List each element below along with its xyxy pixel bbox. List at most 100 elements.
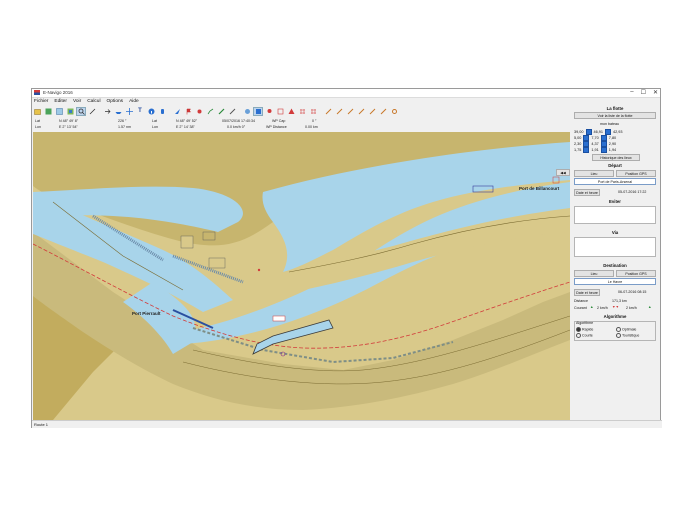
waves-icon[interactable] bbox=[323, 107, 333, 116]
select-icon[interactable] bbox=[275, 107, 285, 116]
lon2-label: Lon bbox=[152, 125, 158, 129]
dest-place-field[interactable]: Le Havre bbox=[574, 278, 656, 285]
arrow-icon[interactable] bbox=[102, 107, 112, 116]
wp-distance-label: WP Distance bbox=[266, 125, 287, 129]
eviter-list[interactable] bbox=[574, 206, 656, 224]
courant-value-b: 2 km/h bbox=[626, 306, 637, 310]
grid-icon[interactable] bbox=[297, 107, 307, 116]
hook-icon[interactable] bbox=[334, 107, 344, 116]
layers-icon[interactable] bbox=[43, 107, 53, 116]
pencil-icon[interactable] bbox=[216, 107, 226, 116]
info-icon[interactable] bbox=[146, 107, 156, 116]
depart-date-value: 05-07-2016 17:22 bbox=[618, 190, 647, 194]
nautical-chart-map[interactable]: Port de Billancourt Port Pierrault ◀◀ bbox=[33, 132, 570, 420]
depart-lieu-button[interactable]: Lieu bbox=[574, 170, 614, 177]
hook-alt-icon[interactable] bbox=[345, 107, 355, 116]
lon-value: E 2° 13' 54" bbox=[59, 125, 78, 129]
dest-date-button[interactable]: Date et heure bbox=[574, 289, 600, 296]
gear-icon[interactable] bbox=[389, 107, 399, 116]
measure-icon[interactable] bbox=[87, 107, 97, 116]
warning-icon[interactable] bbox=[286, 107, 296, 116]
fleet-value: 5,00 bbox=[574, 136, 582, 140]
trash-icon[interactable] bbox=[367, 107, 377, 116]
dest-date-value: 06-07-2016 08:15 bbox=[618, 290, 647, 294]
algo-title: Algorithme bbox=[603, 314, 627, 319]
close-button[interactable]: ✕ bbox=[653, 89, 658, 97]
fleet-row: 1,75 1,91 1,94 bbox=[574, 147, 616, 153]
eviter-title: Eviter bbox=[609, 199, 621, 204]
menu-fichier[interactable]: Fichier bbox=[34, 99, 48, 104]
algo-courte-option[interactable]: Courte bbox=[576, 333, 593, 338]
view-fleet-button[interactable]: Voir la liste de la flotte bbox=[574, 112, 656, 119]
navigation-panel: La flotte Voir la liste de la flotte mon… bbox=[572, 103, 660, 419]
open-icon[interactable] bbox=[32, 107, 42, 116]
radio[interactable] bbox=[616, 327, 621, 332]
collapse-panel-button[interactable]: ◀◀ bbox=[556, 169, 570, 176]
dest-gps-button[interactable]: Position GPS bbox=[616, 270, 656, 277]
status-bar: Route 1 bbox=[32, 420, 662, 428]
pin-icon[interactable] bbox=[264, 107, 274, 116]
algo-rapide-option[interactable]: Rapide bbox=[576, 327, 593, 332]
algo-touristique-label: Touristique bbox=[621, 333, 640, 338]
minimize-button[interactable]: – bbox=[630, 89, 633, 97]
chart-canvas[interactable] bbox=[33, 132, 570, 420]
boat-icon[interactable] bbox=[113, 107, 123, 116]
dot-icon[interactable] bbox=[194, 107, 204, 116]
window-title: E-Navigo 2016 bbox=[43, 90, 73, 95]
route-icon[interactable] bbox=[205, 107, 215, 116]
map-icon[interactable] bbox=[65, 107, 75, 116]
zoom-icon[interactable] bbox=[76, 106, 86, 116]
boat-name: mon bateau bbox=[600, 122, 619, 126]
menu-voir[interactable]: Voir bbox=[73, 99, 81, 104]
lon-label: Lon bbox=[35, 125, 41, 129]
radio-selected[interactable] bbox=[576, 327, 581, 332]
ruler-icon[interactable] bbox=[378, 107, 388, 116]
fleet-value: 42,93 bbox=[613, 130, 623, 134]
lat2-value: N 48° 49' 52" bbox=[176, 119, 197, 123]
flag-icon[interactable] bbox=[183, 107, 193, 116]
crosshair-icon[interactable] bbox=[124, 107, 134, 116]
lon2-value: E 2° 14' 38" bbox=[176, 125, 195, 129]
history-button[interactable]: Historique des lieux bbox=[592, 154, 640, 161]
via-title: Via bbox=[611, 230, 619, 235]
fleet-value: 2,30 bbox=[574, 142, 582, 146]
menu-options[interactable]: Options bbox=[107, 99, 124, 104]
depart-gps-button[interactable]: Position GPS bbox=[616, 170, 656, 177]
target-icon[interactable] bbox=[253, 106, 263, 116]
radio[interactable] bbox=[616, 333, 621, 338]
menu-calcul[interactable]: Calcul bbox=[87, 99, 100, 104]
current-up-icon: ▲ bbox=[590, 305, 594, 309]
checkbox[interactable] bbox=[600, 147, 607, 153]
algo-optimale-option[interactable]: Optimale bbox=[616, 327, 636, 332]
star-icon[interactable] bbox=[242, 107, 252, 116]
tool-icon[interactable] bbox=[227, 107, 237, 116]
fleet-value: 2,90 bbox=[608, 142, 617, 146]
algo-optimale-label: Optimale bbox=[622, 327, 637, 332]
grid-alt-icon[interactable] bbox=[308, 107, 318, 116]
algo-touristique-option[interactable]: Touristique bbox=[616, 333, 639, 338]
depart-date-button[interactable]: Date et heure bbox=[574, 189, 600, 196]
menu-aide[interactable]: Aide bbox=[129, 99, 139, 104]
fleet-value: 1,94 bbox=[608, 148, 617, 152]
checkbox[interactable] bbox=[583, 147, 590, 153]
maximize-button[interactable]: ☐ bbox=[641, 89, 646, 97]
via-list[interactable] bbox=[574, 237, 656, 257]
fleet-value: 1,91 bbox=[591, 148, 599, 152]
fleet-value: 7,70 bbox=[591, 136, 599, 140]
depart-place-field[interactable]: Port de Paris-Arsenal bbox=[574, 178, 656, 185]
text-icon[interactable]: T bbox=[135, 107, 145, 116]
dest-lieu-button[interactable]: Lieu bbox=[574, 270, 614, 277]
distance-value: 171,3 km bbox=[612, 299, 627, 303]
toolbar: T bbox=[32, 106, 660, 116]
radio[interactable] bbox=[576, 333, 581, 338]
fleet-value: 1,75 bbox=[574, 148, 582, 152]
chart-icon[interactable] bbox=[54, 107, 64, 116]
title-bar: E-Navigo 2016 – ☐ ✕ bbox=[32, 89, 660, 98]
menu-editer[interactable]: Editer bbox=[54, 99, 67, 104]
port-pierrault-label: Port Pierrault bbox=[132, 311, 161, 316]
edit-icon[interactable] bbox=[356, 107, 366, 116]
algo-group-label: Algorithme bbox=[576, 321, 594, 325]
speed-value: 0.0 km/h 0° bbox=[227, 125, 246, 129]
plane-icon[interactable] bbox=[172, 107, 182, 116]
hand-icon[interactable] bbox=[157, 107, 167, 116]
